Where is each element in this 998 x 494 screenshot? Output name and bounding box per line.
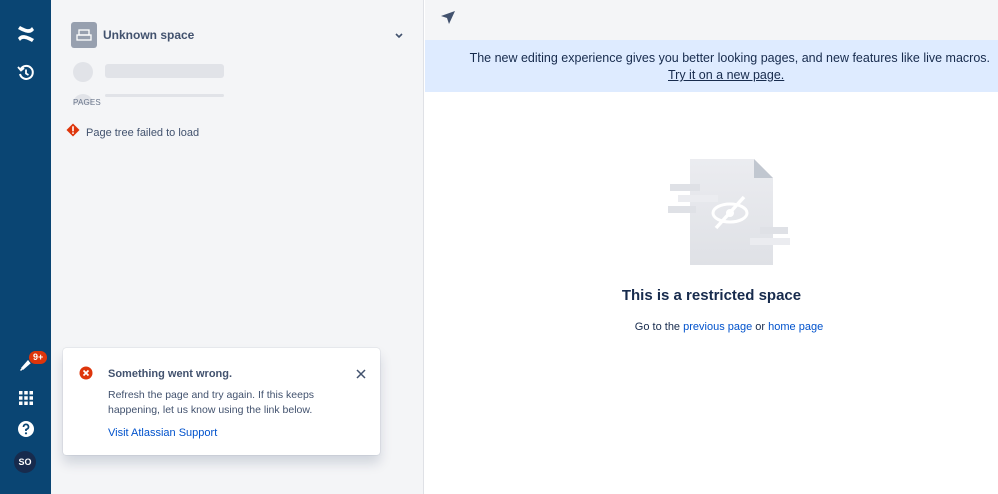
navigation-arrow-icon[interactable] bbox=[440, 10, 456, 31]
help-icon[interactable] bbox=[13, 416, 39, 442]
restricted-subtitle: Go to the previous page or home page bbox=[425, 321, 998, 333]
try-new-page-link[interactable]: Try it on a new page. bbox=[668, 68, 784, 82]
visit-support-link[interactable]: Visit Atlassian Support bbox=[108, 427, 217, 439]
editor-banner: The new editing experience gives you bet… bbox=[425, 40, 998, 92]
skeleton-title bbox=[105, 64, 224, 78]
previous-page-link[interactable]: previous page bbox=[683, 321, 752, 333]
home-page-link[interactable]: home page bbox=[768, 321, 823, 333]
space-icon[interactable] bbox=[71, 22, 97, 48]
page-tree-error-text: Page tree failed to load bbox=[86, 126, 200, 139]
notification-badge: 9+ bbox=[28, 350, 49, 365]
main-content: The new editing experience gives you bet… bbox=[425, 0, 998, 494]
close-icon[interactable] bbox=[355, 367, 367, 379]
app-switcher-icon[interactable] bbox=[13, 385, 39, 411]
global-navigation: 9+ SO bbox=[0, 0, 51, 494]
error-icon bbox=[79, 366, 93, 385]
restricted-illustration bbox=[668, 157, 792, 267]
page-toolbar bbox=[425, 0, 998, 40]
page-tree-error: Page tree failed to load bbox=[66, 123, 199, 142]
banner-message: The new editing experience gives you bet… bbox=[469, 51, 990, 65]
error-flag: Something went wrong. Refresh the page a… bbox=[63, 348, 380, 455]
warning-icon bbox=[66, 123, 80, 142]
pages-section-label: PAGES bbox=[73, 98, 101, 107]
chevron-down-icon[interactable] bbox=[393, 28, 405, 42]
flag-title: Something went wrong. bbox=[108, 368, 233, 380]
avatar[interactable]: SO bbox=[14, 451, 36, 473]
flag-message: Refresh the page and try again. If this … bbox=[108, 389, 315, 416]
subtitle-prefix: Go to the bbox=[634, 321, 681, 333]
skeleton-line bbox=[105, 94, 224, 97]
confluence-logo-icon[interactable] bbox=[13, 21, 39, 47]
space-name[interactable]: Unknown space bbox=[103, 28, 194, 42]
restricted-title: This is a restricted space bbox=[621, 287, 802, 304]
recent-history-icon[interactable] bbox=[13, 60, 39, 86]
skeleton-avatar bbox=[73, 62, 93, 82]
subtitle-or: or bbox=[755, 321, 766, 333]
